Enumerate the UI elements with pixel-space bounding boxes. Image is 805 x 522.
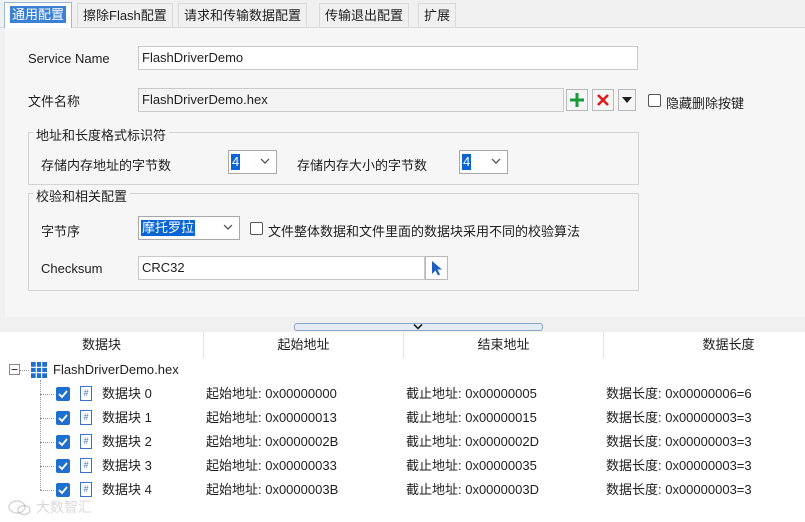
hide-delete-checkbox[interactable] <box>648 94 661 107</box>
block-name: 数据块 4 <box>102 482 152 497</box>
tab-general-config[interactable]: 通用配置 <box>4 2 73 28</box>
check-icon <box>58 438 68 447</box>
check-icon <box>58 390 68 399</box>
byte-order-value: 摩托罗拉 <box>141 220 196 236</box>
file-name-input[interactable]: FlashDriverDemo.hex <box>138 88 564 112</box>
grid-file-icon <box>31 362 47 378</box>
different-checksum-checkbox[interactable] <box>250 222 263 235</box>
addr-bytes-select[interactable]: 4 <box>228 150 277 174</box>
block-length: 数据长度: 0x00000003=3 <box>606 434 752 449</box>
block-start: 起始地址: 0x0000002B <box>206 434 339 449</box>
tab-request-transfer-config[interactable]: 请求和传输数据配置 <box>178 3 308 27</box>
tree-connector <box>40 380 41 490</box>
tree-connector <box>19 370 29 371</box>
tab-transfer-exit-config[interactable]: 传输退出配置 <box>319 3 410 27</box>
tab-erase-flash-config[interactable]: 擦除Flash配置 <box>77 3 173 27</box>
chevron-down-icon <box>622 97 632 103</box>
block-file-icon: # <box>80 386 92 401</box>
block-start: 起始地址: 0x0000003B <box>206 482 339 497</box>
tree-connector <box>40 394 54 395</box>
block-end: 截止地址: 0x00000005 <box>406 386 537 401</box>
block-end: 截止地址: 0x0000002D <box>406 434 539 449</box>
byte-order-select[interactable]: 摩托罗拉 <box>138 216 240 240</box>
block-length: 数据长度: 0x00000003=3 <box>606 410 752 425</box>
check-icon <box>58 486 68 495</box>
block-length: 数据长度: 0x00000006=6 <box>606 386 752 401</box>
file-dropdown-button[interactable] <box>618 89 636 111</box>
different-checksum-label: 文件整体数据和文件里面的数据块采用不同的校验算法 <box>268 224 581 239</box>
tree-connector <box>40 466 54 467</box>
block-length: 数据长度: 0x00000003=3 <box>606 482 752 497</box>
column-header-start[interactable]: 起始地址 <box>204 332 404 358</box>
chevron-down-icon <box>223 224 233 230</box>
tab-extension[interactable]: 扩展 <box>418 3 457 27</box>
watermark-text: 大数智汇 <box>35 499 92 515</box>
address-group-title: 地址和长度格式标识符 <box>33 125 170 144</box>
size-bytes-label: 存储内存大小的字节数 <box>297 158 428 173</box>
size-bytes-select[interactable]: 4 <box>459 150 508 174</box>
byte-order-label: 字节序 <box>41 224 81 239</box>
block-start: 起始地址: 0x00000033 <box>206 458 337 473</box>
tree-connector <box>40 490 54 491</box>
column-header-end[interactable]: 结束地址 <box>404 332 604 358</box>
add-file-button[interactable] <box>566 89 588 111</box>
row-checkbox[interactable] <box>56 387 70 401</box>
checksum-group-title: 校验和相关配置 <box>33 186 131 205</box>
check-icon <box>58 414 68 423</box>
tree-root-label[interactable]: FlashDriverDemo.hex <box>53 362 179 378</box>
block-file-icon: # <box>80 458 92 473</box>
row-checkbox[interactable] <box>56 483 70 497</box>
block-name: 数据块 1 <box>102 410 152 425</box>
tab-bar: 通用配置 擦除Flash配置 请求和传输数据配置 传输退出配置 扩展 <box>0 0 805 28</box>
block-file-icon: # <box>80 482 92 497</box>
tree-connector <box>40 442 54 443</box>
checksum-select-button[interactable] <box>425 256 448 280</box>
wechat-logo-icon <box>8 500 31 516</box>
close-icon <box>597 94 609 106</box>
block-length: 数据长度: 0x00000003=3 <box>606 458 752 473</box>
minus-icon <box>11 369 18 370</box>
checksum-label: Checksum <box>41 261 103 276</box>
block-name: 数据块 2 <box>102 434 152 449</box>
file-name-label: 文件名称 <box>28 94 81 109</box>
splitter-handle[interactable] <box>294 323 543 331</box>
block-name: 数据块 3 <box>102 458 152 473</box>
block-start: 起始地址: 0x00000000 <box>206 386 337 401</box>
checksum-input[interactable]: CRC32 <box>138 256 425 280</box>
check-icon <box>58 462 68 471</box>
block-file-icon: # <box>80 410 92 425</box>
block-name: 数据块 0 <box>102 386 152 401</box>
chevron-down-icon <box>491 158 501 164</box>
block-end: 截止地址: 0x0000003D <box>406 482 539 497</box>
collapse-toggle[interactable] <box>9 364 20 375</box>
column-header-block[interactable]: 数据块 <box>0 332 204 358</box>
block-end: 截止地址: 0x00000015 <box>406 410 537 425</box>
column-header-length[interactable]: 数据长度 <box>604 332 805 358</box>
service-name-input[interactable]: FlashDriverDemo <box>138 46 638 70</box>
tree-connector <box>40 418 54 419</box>
general-config-panel: Service Name FlashDriverDemo 文件名称 FlashD… <box>5 28 805 317</box>
size-bytes-value: 4 <box>462 154 472 170</box>
chevron-down-icon <box>260 158 270 164</box>
data-block-tree: 数据块 起始地址 结束地址 数据长度 FlashDriverDemo.hex #… <box>0 332 805 522</box>
hide-delete-label: 隐藏删除按键 <box>666 96 745 111</box>
row-checkbox[interactable] <box>56 435 70 449</box>
row-checkbox[interactable] <box>56 411 70 425</box>
addr-bytes-label: 存储内存地址的字节数 <box>41 158 172 173</box>
service-name-label: Service Name <box>28 51 110 66</box>
remove-file-button[interactable] <box>592 89 614 111</box>
plus-icon <box>570 93 584 107</box>
addr-bytes-value: 4 <box>231 154 241 170</box>
row-checkbox[interactable] <box>56 459 70 473</box>
cursor-icon <box>431 261 442 276</box>
chevron-down-icon <box>413 323 423 330</box>
block-start: 起始地址: 0x00000013 <box>206 410 337 425</box>
block-file-icon: # <box>80 434 92 449</box>
block-end: 截止地址: 0x00000035 <box>406 458 537 473</box>
watermark: 大数智汇 <box>8 497 92 517</box>
